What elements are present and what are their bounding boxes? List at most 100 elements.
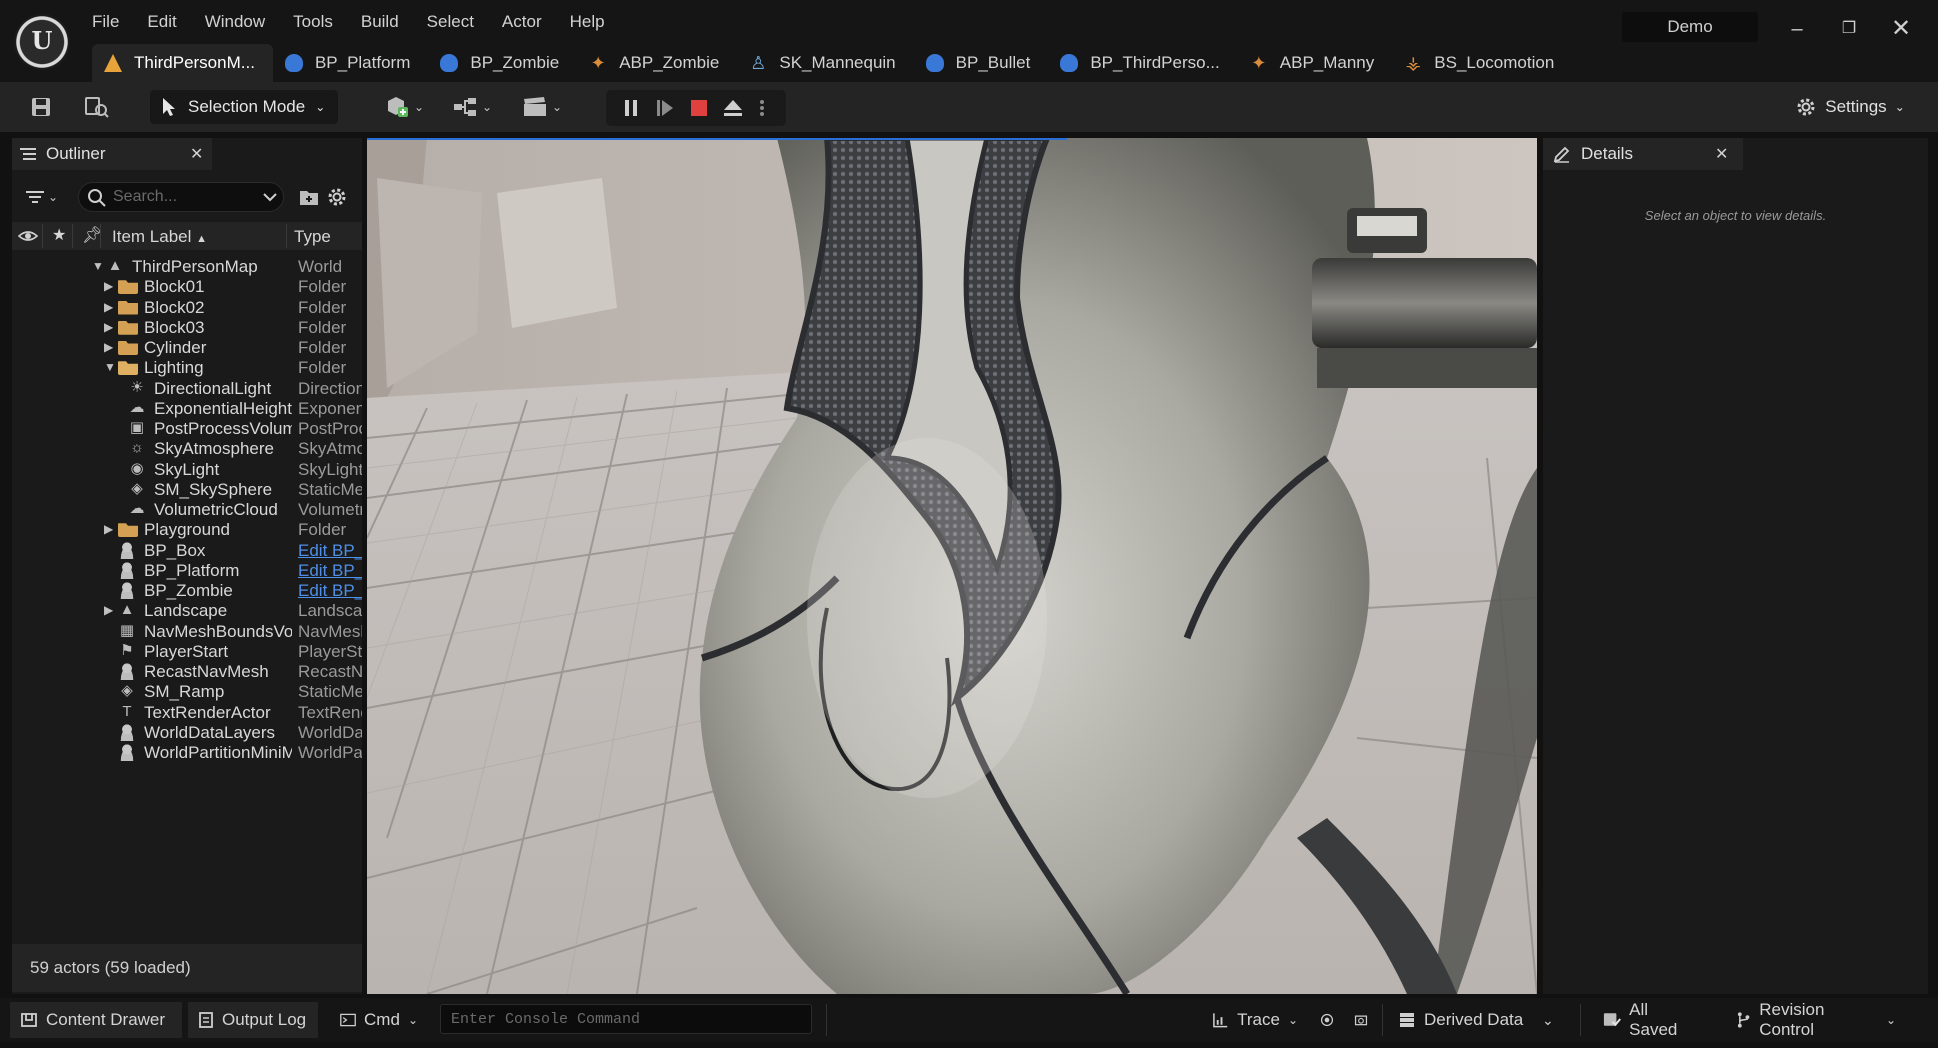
search-input[interactable] [113,187,253,207]
play-controls [606,90,786,126]
type-column[interactable]: Type [294,227,331,247]
menu-item-select[interactable]: Select [427,12,488,36]
static-mesh-icon: ◈ [121,682,133,700]
cloud-icon: ☁ [129,500,145,517]
unreal-logo-icon[interactable]: U [14,14,70,70]
collapse-arrow-icon[interactable]: ▼ [104,359,116,375]
expand-arrow-icon[interactable]: ▶ [104,319,116,335]
cinematics-button[interactable]: ⌄ [514,90,570,124]
viewport-focus-indicator [367,138,1067,140]
play-options-button[interactable] [752,90,772,126]
close-window-button[interactable]: ✕ [1884,12,1918,46]
gear-icon[interactable] [326,186,348,208]
blueprint-nodes-icon [453,98,476,116]
tab-abp-zombie[interactable]: ✦ ABP_Zombie [577,44,737,82]
console-command-input[interactable] [440,1004,812,1034]
skylight-icon: ◉ [130,459,144,477]
details-tab[interactable]: Details [1543,138,1743,170]
eject-button[interactable] [718,90,748,126]
close-icon[interactable]: ✕ [190,144,203,164]
tab-bp-platform[interactable]: BP_Platform [273,44,428,82]
minimize-button[interactable]: – [1780,12,1814,46]
tab-bp-bullet[interactable]: BP_Bullet [914,44,1049,82]
derived-data-button[interactable]: Derived Data [1388,1002,1552,1038]
trace-dropdown[interactable]: Trace ⌄ [1202,1002,1308,1038]
save-button[interactable] [24,90,58,124]
chevron-down-icon: ⌄ [413,100,425,114]
snapshot-button[interactable] [1344,1002,1378,1038]
blueprint-icon [1060,54,1079,72]
selection-mode-dropdown[interactable]: Selection Mode ⌄ [150,90,338,124]
actor-icon [118,722,136,741]
outliner-title: Outliner [46,144,106,163]
restore-button[interactable]: ❐ [1832,12,1866,46]
menu-item-actor[interactable]: Actor [502,12,556,36]
outliner-row[interactable]: WorldPartitionMiniMap WorldPartitionMiniM… [12,740,362,765]
menu-item-edit[interactable]: Edit [147,12,190,36]
level-viewport[interactable] [367,138,1537,994]
output-log-button[interactable]: Output Log [188,1002,318,1038]
outliner-tab[interactable]: Outliner [12,138,212,170]
menu-item-file[interactable]: File [92,12,133,36]
blendspace-icon: ⚶ [1405,53,1421,73]
content-drawer-icon [21,1013,37,1027]
branch-icon [1737,1012,1750,1028]
tab-label: BP_Platform [314,53,411,72]
landscape-icon: ▲ [119,601,135,619]
chevron-down-icon: ⌄ [1287,1013,1298,1027]
tab-label: BP_Zombie [470,53,560,72]
pause-button[interactable] [616,90,646,126]
quick-add-button[interactable]: ⌄ [376,90,432,124]
content-drawer-button[interactable]: Content Drawer [10,1002,182,1038]
outliner-toolbar: ⌄ [12,178,362,218]
cmd-dropdown[interactable]: Cmd ⌄ [330,1002,428,1038]
collapse-arrow-icon[interactable]: ▼ [92,258,104,274]
chevron-down-icon: ⌄ [407,1013,418,1027]
tab-thirdpersonm[interactable]: ThirdPersonM... [92,44,273,82]
expand-arrow-icon[interactable]: ▶ [104,339,116,355]
save-icon [32,98,50,116]
menu-item-tools[interactable]: Tools [293,12,347,36]
tab-bp-thirdperso[interactable]: BP_ThirdPerso... [1048,44,1237,82]
status-bar: Content Drawer Output Log Cmd ⌄ Trace ⌄ … [0,998,1938,1042]
output-log-label: Output Log [222,1010,307,1029]
expand-arrow-icon[interactable]: ▶ [104,278,116,294]
step-forward-icon [657,100,673,116]
tab-label: SK_Mannequin [779,53,896,72]
new-folder-icon[interactable] [298,186,320,208]
chevron-down-icon[interactable] [261,187,279,207]
eye-icon[interactable] [18,228,38,244]
insights-button[interactable] [1310,1002,1344,1038]
document-tabs: ThirdPersonM... BP_Platform BP_Zombie ✦ ABP_… [92,44,1572,82]
item-label-column[interactable]: Item Label ▲ [112,227,207,247]
frame-skip-button[interactable] [650,90,680,126]
expand-arrow-icon[interactable]: ▶ [104,602,116,618]
close-icon[interactable]: ✕ [1715,144,1728,164]
expand-arrow-icon[interactable]: ▶ [104,299,116,315]
browse-level-button[interactable] [80,90,114,124]
postprocess-icon: ▣ [129,419,145,436]
expand-arrow-icon[interactable]: ▶ [104,521,116,537]
anim-blueprint-icon: ✦ [590,53,606,73]
menu-item-window[interactable]: Window [205,12,279,36]
tab-bs-locomotion[interactable]: ⚶ BS_Locomotion [1392,44,1572,82]
settings-button[interactable]: Settings ⌄ [1790,90,1910,124]
tab-bp-zombie[interactable]: BP_Zombie [428,44,577,82]
trace-label: Trace [1237,1010,1280,1029]
menu-item-build[interactable]: Build [361,12,413,36]
blueprints-button[interactable]: ⌄ [444,90,500,124]
menu-item-help[interactable]: Help [570,12,619,36]
filter-icon [26,191,44,203]
save-status-button[interactable]: All Saved [1592,1000,1708,1039]
tab-abp-manny[interactable]: ✦ ABP_Manny [1238,44,1393,82]
tab-sk-mannequin[interactable]: ♙ SK_Mannequin [737,44,913,82]
stop-button[interactable] [684,90,714,126]
selection-mode-label: Selection Mode [188,97,306,116]
clapperboard-icon [523,97,546,116]
project-name: Demo [1622,12,1758,42]
chevron-down-icon: ⌄ [1885,1013,1896,1027]
star-icon[interactable]: ★ [52,225,66,245]
filter-button[interactable]: ⌄ [26,184,66,210]
revision-control-dropdown[interactable]: Revision Control ⌄ [1726,1000,1906,1039]
derived-data-dropdown[interactable]: ⌄ [1532,1002,1562,1038]
